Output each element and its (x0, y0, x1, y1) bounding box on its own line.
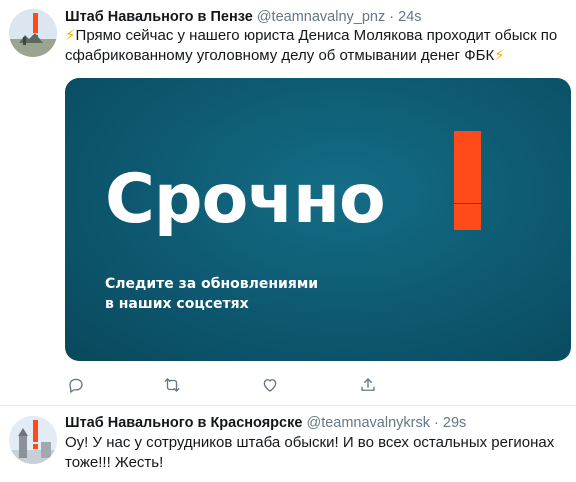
lightning-emoji: ⚡ (65, 27, 76, 44)
media-headline: Срочно (105, 160, 386, 239)
tweet-actions (65, 374, 465, 398)
reply-button[interactable] (65, 374, 87, 396)
share-icon (361, 378, 375, 391)
retweet-button[interactable] (161, 374, 183, 396)
media-subline-2: в наших соцсетях (105, 296, 249, 312)
author-handle[interactable]: @teamnavalnykrsk (306, 415, 430, 431)
tweet-text: ⚡Прямо сейчас у нашего юриста Дениса Мол… (65, 26, 565, 66)
separator-dot: · (434, 415, 439, 431)
share-button[interactable] (357, 374, 379, 396)
lightning-emoji: ⚡ (494, 47, 505, 64)
reply-icon (69, 378, 83, 393)
avatar[interactable] (9, 9, 57, 57)
author-handle[interactable]: @teamnavalny_pnz (257, 9, 385, 25)
author-name[interactable]: Штаб Навального в Пензе (65, 9, 253, 25)
separator-dot: · (389, 9, 395, 25)
tweet[interactable]: Штаб Навального в Пензе @teamnavalny_pnz… (0, 0, 576, 405)
author-name[interactable]: Штаб Навального в Красноярске (65, 415, 302, 431)
media-image[interactable]: Срочно Следите за обновлениями в наших с… (65, 78, 571, 361)
like-button[interactable] (259, 374, 281, 396)
tweet-body: Прямо сейчас у нашего юриста Дениса Моля… (65, 27, 558, 64)
exclamation-mark-bar (454, 131, 481, 203)
timestamp[interactable]: 29s (443, 415, 466, 431)
avatar[interactable] (9, 416, 57, 464)
tweet-text: Оу! У нас у сотрудников штаба обыски! И … (65, 434, 555, 471)
tweet-header: Штаб Навального в Красноярске @teamnaval… (65, 414, 466, 433)
retweet-icon (164, 378, 180, 392)
exclamation-mark-dot (454, 204, 481, 230)
tweet[interactable]: Штаб Навального в Красноярске @teamnaval… (0, 406, 576, 482)
media-subline-1: Следите за обновлениями (105, 276, 319, 292)
tweet-header: Штаб Навального в Пензе @teamnavalny_pnz… (65, 8, 422, 27)
like-icon (263, 379, 277, 392)
timestamp[interactable]: 24s (398, 9, 421, 25)
media-subline: Следите за обновлениями в наших соцсетях (105, 274, 405, 314)
